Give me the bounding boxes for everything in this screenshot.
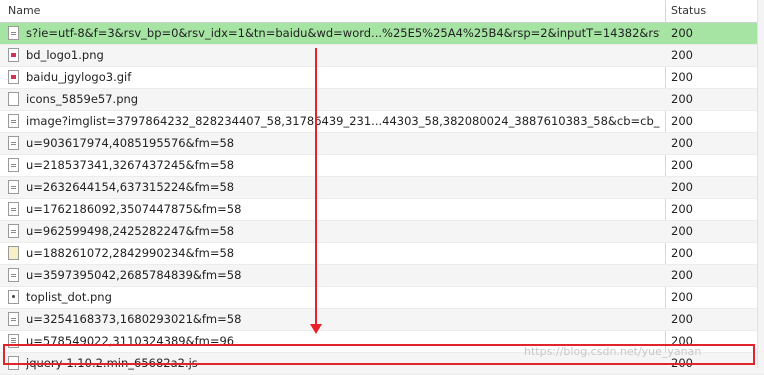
doc-icon [8,26,19,40]
request-status: 200 [671,158,693,172]
request-status: 200 [671,70,693,84]
request-status: 200 [671,202,693,216]
doc-icon [8,158,19,172]
table-row[interactable]: u=903617974,4085195576&fm=58 200 [0,133,764,155]
name-column-header[interactable]: Name [8,0,40,22]
request-status: 200 [671,246,693,260]
request-status: 200 [671,114,693,128]
request-name[interactable]: u=188261072,2842990234&fm=58 [26,243,660,264]
request-name[interactable]: u=3597395042,2685784839&fm=58 [26,265,660,286]
table-row[interactable]: bd_logo1.png 200 [0,45,764,67]
request-status: 200 [671,92,693,106]
request-status: 200 [671,224,693,238]
doc-icon [8,224,19,238]
request-status: 200 [671,48,693,62]
image-file-icon [8,48,19,62]
request-status: 200 [671,180,693,194]
watermark: https://blog.csdn.net/yue_yanan [524,345,702,358]
request-name[interactable]: u=218537341,3267437245&fm=58 [26,155,660,176]
table-header: Name Status [0,0,764,23]
bullet-image-icon [8,290,19,304]
annotation-arrow [310,48,322,338]
vertical-scrollbar[interactable] [757,0,764,368]
table-row[interactable]: u=188261072,2842990234&fm=58 200 [0,243,764,265]
status-column-header[interactable]: Status [671,0,706,22]
table-row[interactable]: u=3597395042,2685784839&fm=58 200 [0,265,764,287]
arrow-head-icon [310,324,322,334]
request-status: 200 [671,290,693,304]
table-row[interactable]: u=3254168373,1680293021&fm=58 200 [0,309,764,331]
request-status: 200 [671,136,693,150]
request-name[interactable]: toplist_dot.png [26,287,660,308]
table-row[interactable]: toplist_dot.png 200 [0,287,764,309]
doc-icon [8,180,19,194]
table-row[interactable]: baidu_jgylogo3.gif 200 [0,67,764,89]
doc-icon [8,268,19,282]
request-name[interactable]: icons_5859e57.png [26,89,660,110]
doc-icon [8,312,19,326]
doc-icon [8,114,19,128]
request-name[interactable]: u=2632644154,637315224&fm=58 [26,177,660,198]
network-panel: Name Status s?ie=utf-8&f=3&rsv_bp=0&rsv_… [0,0,764,375]
table-row[interactable]: u=2632644154,637315224&fm=58 200 [0,177,764,199]
table-row[interactable]: image?imglist=3797864232_828234407_58,31… [0,111,764,133]
request-name[interactable]: bd_logo1.png [26,45,660,66]
table-row[interactable]: u=218537341,3267437245&fm=58 200 [0,155,764,177]
table-row[interactable]: s?ie=utf-8&f=3&rsv_bp=0&rsv_idx=1&tn=bai… [0,23,764,45]
file-icon [8,92,19,106]
request-status: 200 [671,26,693,40]
request-status: 200 [671,312,693,326]
table-row[interactable]: icons_5859e57.png 200 [0,89,764,111]
request-name[interactable]: u=903617974,4085195576&fm=58 [26,133,660,154]
image-file-icon [8,70,19,84]
request-status: 200 [671,268,693,282]
request-list: s?ie=utf-8&f=3&rsv_bp=0&rsv_idx=1&tn=bai… [0,23,764,375]
request-name[interactable]: s?ie=utf-8&f=3&rsv_bp=0&rsv_idx=1&tn=bai… [26,23,660,44]
doc-icon [8,202,19,216]
table-row[interactable]: u=1762186092,3507447875&fm=58 200 [0,199,764,221]
arrow-shaft [315,48,317,326]
yellow-image-icon [8,246,19,260]
doc-icon [8,136,19,150]
request-name[interactable]: image?imglist=3797864232_828234407_58,31… [26,111,660,132]
request-name[interactable]: u=962599498,2425282247&fm=58 [26,221,660,242]
request-name[interactable]: baidu_jgylogo3.gif [26,67,660,88]
request-name[interactable]: u=1762186092,3507447875&fm=58 [26,199,660,220]
request-name[interactable]: u=3254168373,1680293021&fm=58 [26,309,660,330]
table-row[interactable]: u=962599498,2425282247&fm=58 200 [0,221,764,243]
